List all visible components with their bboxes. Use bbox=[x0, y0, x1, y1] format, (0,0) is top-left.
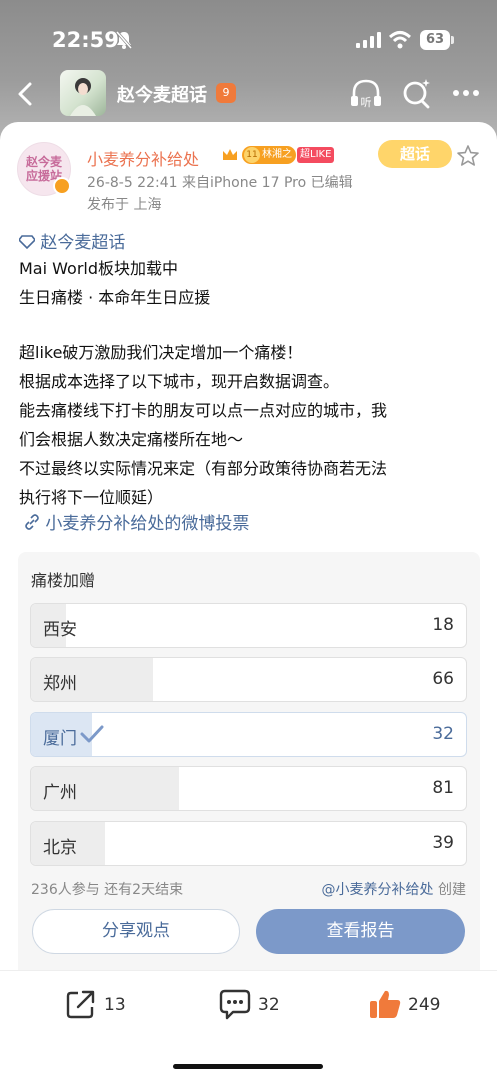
svg-text:听: 听 bbox=[361, 96, 372, 109]
body-line: 超like破万激励我们决定增加一个痛楼！ bbox=[19, 343, 303, 362]
bell-muted-icon bbox=[115, 31, 133, 49]
option-label: 西安 bbox=[43, 620, 77, 640]
body-line: 生日痛楼 · 本命年生日应援 bbox=[19, 288, 211, 307]
vote-link[interactable]: 小麦养分补给处的微博投票 bbox=[24, 509, 249, 534]
topic-link-label: 赵今麦超话 bbox=[40, 233, 126, 253]
comment-icon bbox=[219, 989, 251, 1020]
signal-icon bbox=[356, 32, 381, 48]
supertopic-tag[interactable]: 超话 bbox=[378, 140, 452, 168]
view-report-button[interactable]: 查看报告 bbox=[256, 909, 465, 954]
thumbs-up-icon bbox=[370, 990, 401, 1018]
star-favorite-icon[interactable] bbox=[456, 144, 480, 168]
share-icon bbox=[66, 990, 95, 1019]
option-label: 广州 bbox=[43, 783, 77, 803]
poll-option-selected[interactable]: 厦门 32 bbox=[30, 712, 467, 757]
poll-stats: 236人参与 还有2天结束 bbox=[31, 882, 184, 898]
comment-count: 32 bbox=[258, 995, 280, 1015]
poll-card: 痛楼加赠 西安 18 郑州 66 厦门 32 广州 81 北京 39 236人参… bbox=[18, 552, 480, 981]
post-body: Mai World板块加载中 生日痛楼 · 本命年生日应援 超like破万激励我… bbox=[19, 254, 481, 512]
crown-icon bbox=[223, 149, 237, 160]
check-icon bbox=[80, 725, 104, 743]
poll-option[interactable]: 郑州 66 bbox=[30, 657, 467, 702]
body-line: Mai World板块加载中 bbox=[19, 259, 178, 278]
topic-link[interactable]: 赵今麦超话 bbox=[17, 228, 126, 253]
option-label: 北京 bbox=[43, 838, 77, 858]
option-count: 39 bbox=[432, 833, 454, 853]
option-count: 32 bbox=[432, 724, 454, 744]
nav-bar: 赵今麦超话 9 听 bbox=[0, 66, 497, 122]
option-label: 厦门 bbox=[43, 729, 77, 749]
search-icon[interactable] bbox=[400, 76, 434, 112]
body-line: 不过最终以实际情况来定（有部分政策待协商若无法 bbox=[19, 459, 388, 478]
link-icon bbox=[25, 514, 39, 530]
wifi-icon bbox=[388, 31, 412, 49]
super-like-badge: 超LIKE bbox=[297, 147, 335, 163]
battery-tip bbox=[451, 36, 454, 44]
battery-level: 63 bbox=[420, 30, 450, 50]
poll-creator-suffix: 创建 bbox=[433, 882, 466, 898]
more-options-icon[interactable] bbox=[448, 78, 484, 108]
vote-link-label: 小麦养分补给处的微博投票 bbox=[45, 514, 250, 534]
share-opinion-button[interactable]: 分享观点 bbox=[32, 909, 240, 954]
option-count: 18 bbox=[432, 615, 454, 635]
status-bar: 22:59 63 bbox=[0, 22, 497, 58]
repost-count: 13 bbox=[104, 995, 126, 1015]
poll-option[interactable]: 广州 81 bbox=[30, 766, 467, 811]
body-line: 根据成本选择了以下城市，现开启数据调查。 bbox=[19, 372, 340, 391]
headphone-listen-icon[interactable]: 听 bbox=[348, 76, 384, 112]
poll-option[interactable]: 西安 18 bbox=[30, 603, 467, 648]
supertopic-title[interactable]: 赵今麦超话 bbox=[117, 81, 207, 107]
poll-creator: @小麦养分补给处 创建 bbox=[322, 879, 466, 899]
author-name[interactable]: 小麦养分补给处 bbox=[87, 146, 199, 170]
fan-level: 11 bbox=[244, 147, 260, 163]
poll-creator-link[interactable]: @小麦养分补给处 bbox=[322, 882, 434, 898]
battery-icon: 63 bbox=[420, 30, 454, 50]
post-location: 发布于 上海 bbox=[87, 197, 162, 213]
home-indicator[interactable] bbox=[173, 1064, 323, 1069]
supertopic-avatar[interactable] bbox=[60, 70, 106, 116]
diamond-icon bbox=[17, 235, 37, 250]
avatar-text-line1: 赵今麦 bbox=[25, 155, 62, 169]
option-label: 郑州 bbox=[43, 674, 77, 694]
post-card: 赵今麦 应援站 小麦养分补给处 11 林湘之 超LIKE 26-8-5 22:4… bbox=[0, 122, 497, 1080]
poll-title: 痛楼加赠 bbox=[31, 571, 96, 590]
body-gap bbox=[19, 312, 481, 338]
body-line: 能去痛楼线下打卡的朋友可以点一点对应的城市，我 bbox=[19, 401, 388, 420]
poll-option[interactable]: 北京 39 bbox=[30, 821, 467, 866]
fan-badge[interactable]: 11 林湘之 bbox=[242, 146, 296, 164]
level-badge: 9 bbox=[216, 83, 236, 103]
option-count: 81 bbox=[432, 778, 454, 798]
fan-badge-label: 林湘之 bbox=[262, 149, 292, 160]
body-line: 们会根据人数决定痛楼所在地～ bbox=[19, 430, 244, 449]
verified-icon bbox=[53, 177, 71, 195]
body-line: 执行将下一位顺延） bbox=[19, 488, 164, 507]
back-icon[interactable] bbox=[10, 76, 42, 112]
post-meta: 26-8-5 22:41 来自iPhone 17 Pro 已编辑 bbox=[87, 175, 353, 191]
status-time: 22:59 bbox=[52, 28, 119, 52]
portrait-image bbox=[70, 78, 96, 116]
option-count: 66 bbox=[432, 669, 454, 689]
like-count: 249 bbox=[408, 995, 441, 1015]
